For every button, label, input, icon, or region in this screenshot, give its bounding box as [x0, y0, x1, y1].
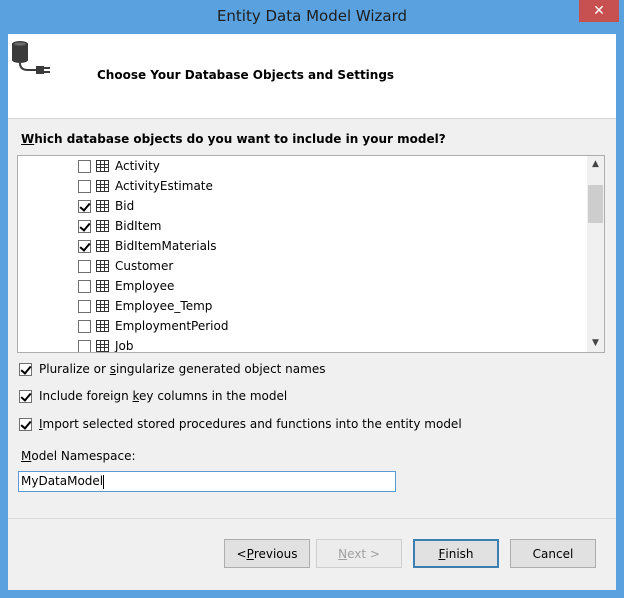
object-checkbox[interactable] [78, 339, 91, 352]
object-label: Customer [115, 259, 174, 273]
table-icon [96, 240, 109, 252]
stored-procedures-checkbox[interactable] [19, 417, 32, 431]
scrollbar-thumb[interactable] [588, 185, 603, 223]
objects-question-label: Which database objects do you want to in… [21, 132, 446, 146]
database-plug-icon [12, 41, 50, 74]
table-icon [96, 300, 109, 312]
close-button[interactable]: ✕ [579, 0, 619, 22]
model-namespace-input[interactable]: MyDataModel [18, 471, 396, 492]
object-checkbox[interactable] [78, 319, 91, 333]
list-item[interactable]: Customer [78, 256, 173, 276]
table-icon [96, 340, 109, 352]
list-item[interactable]: BidItemMaterials [78, 236, 217, 256]
list-item[interactable]: EmploymentPeriod [78, 316, 228, 336]
object-label: Job [115, 339, 134, 353]
table-icon [96, 160, 109, 172]
object-checkbox[interactable] [78, 279, 91, 293]
pluralize-checkbox[interactable] [19, 362, 32, 376]
table-icon [96, 260, 109, 272]
object-label: EmploymentPeriod [115, 319, 229, 333]
database-objects-tree[interactable]: Activity ActivityEstimate Bid BidItem BidIte… [17, 155, 605, 353]
object-checkbox[interactable] [78, 239, 91, 253]
window-title: Entity Data Model Wizard [216, 7, 408, 25]
stored-procedures-option[interactable]: Import selected stored procedures and fu… [19, 417, 462, 431]
object-checkbox[interactable] [78, 259, 91, 273]
table-icon [96, 220, 109, 232]
object-label: Employee [115, 279, 175, 293]
object-checkbox[interactable] [78, 159, 91, 173]
wizard-window: Entity Data Model Wizard ✕ Choose Your D… [0, 0, 624, 598]
object-label: Activity [115, 159, 160, 173]
list-item[interactable]: Employee_Temp [78, 296, 212, 316]
list-item[interactable]: Employee [78, 276, 174, 296]
object-label: BidItem [115, 219, 162, 233]
foreign-keys-checkbox[interactable] [19, 389, 32, 403]
list-item[interactable]: Job [78, 336, 134, 353]
table-icon [96, 180, 109, 192]
wizard-body: Choose Your Database Objects and Setting… [8, 34, 616, 590]
object-label: Bid [115, 199, 135, 213]
wizard-header: Choose Your Database Objects and Setting… [8, 34, 616, 119]
text-caret [103, 474, 105, 489]
foreign-keys-option[interactable]: Include foreign key columns in the model [19, 389, 287, 403]
close-icon: ✕ [593, 3, 605, 19]
footer-divider [8, 518, 616, 519]
object-checkbox[interactable] [78, 199, 91, 213]
scroll-up-icon[interactable]: ▲ [587, 156, 604, 173]
model-namespace-label: Model Namespace: [21, 449, 136, 463]
page-title: Choose Your Database Objects and Setting… [97, 68, 395, 82]
scroll-down-icon[interactable]: ▼ [587, 335, 604, 352]
previous-button[interactable]: < Previous [224, 539, 310, 568]
pluralize-option[interactable]: Pluralize or singularize generated objec… [19, 362, 325, 376]
object-label: ActivityEstimate [115, 179, 213, 193]
list-item[interactable]: Activity [78, 156, 160, 176]
list-item[interactable]: Bid [78, 196, 134, 216]
object-checkbox[interactable] [78, 219, 91, 233]
vertical-scrollbar[interactable]: ▲ ▼ [587, 156, 604, 352]
object-label: Employee_Temp [115, 299, 213, 313]
title-bar: Entity Data Model Wizard ✕ [0, 0, 624, 34]
table-icon [96, 280, 109, 292]
foreign-keys-label: Include foreign key columns in the model [39, 389, 288, 403]
pluralize-label: Pluralize or singularize generated objec… [39, 362, 326, 376]
next-button[interactable]: Next > [316, 539, 402, 568]
object-checkbox[interactable] [78, 299, 91, 313]
cancel-button[interactable]: Cancel [510, 539, 596, 568]
list-item[interactable]: BidItem [78, 216, 162, 236]
table-icon [96, 320, 109, 332]
object-checkbox[interactable] [78, 179, 91, 193]
stored-procedures-label: Import selected stored procedures and fu… [39, 417, 462, 431]
list-item[interactable]: ActivityEstimate [78, 176, 213, 196]
table-icon [96, 200, 109, 212]
finish-button[interactable]: Finish [413, 539, 499, 568]
object-label: BidItemMaterials [115, 239, 217, 253]
